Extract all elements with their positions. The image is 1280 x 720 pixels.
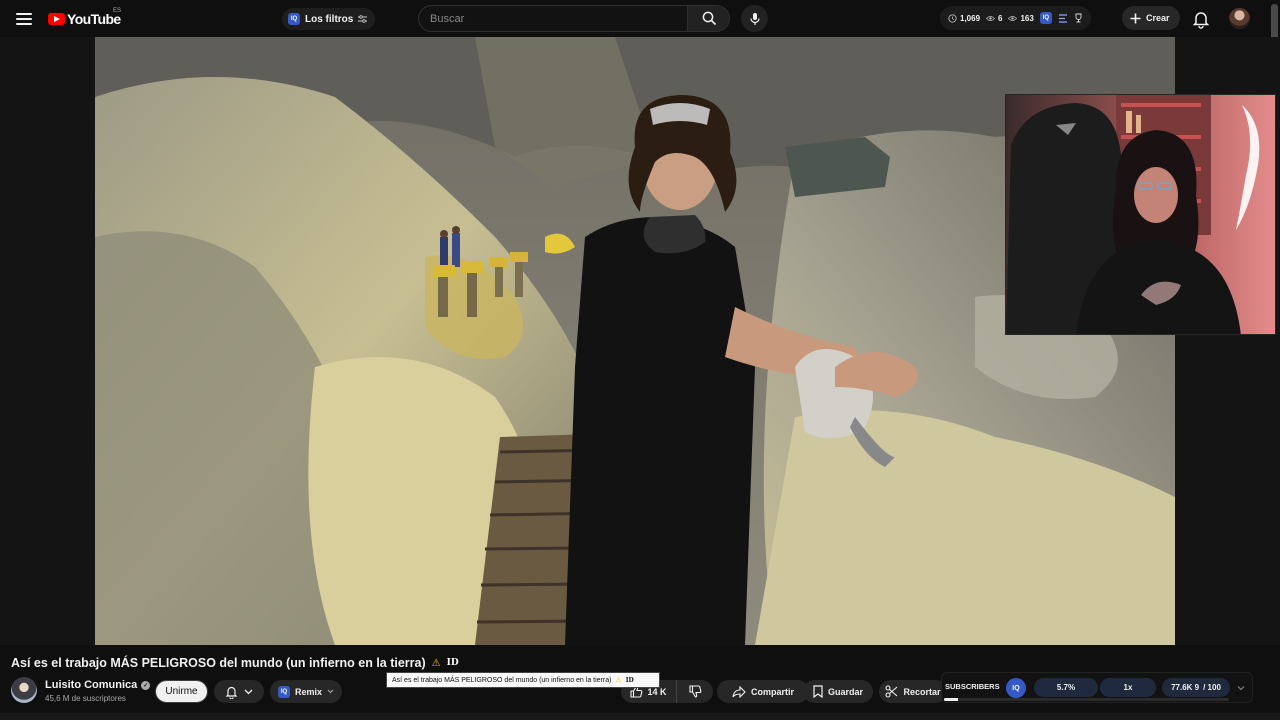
create-button[interactable]: Crear	[1122, 6, 1180, 30]
iq-extension-icon: IQ	[288, 13, 300, 25]
youtube-watch-page: YouTube ES IQ Los filtros 1,069 6	[0, 0, 1280, 720]
iq-progress-fill	[944, 698, 959, 701]
chevron-down-icon	[244, 689, 253, 694]
masthead: YouTube ES IQ Los filtros 1,069 6	[0, 0, 1280, 44]
thumbs-down-icon	[688, 685, 701, 698]
video-title: Así es el trabajo MÁS PELIGROSO del mund…	[11, 656, 426, 670]
warning-icon: ⚠	[615, 677, 622, 684]
channel-name-row[interactable]: Luisito Comunica ✓	[45, 679, 151, 691]
join-button[interactable]: Unirme	[155, 680, 208, 703]
subscribers-label: SUBSCRIBERS	[945, 682, 1000, 691]
youtube-play-icon	[48, 13, 65, 25]
iq-extension-panel: SUBSCRIBERS IQ 5.7% 1x 77.6K 9 / 100	[941, 672, 1253, 703]
tooltip-text: Así es el trabajo MÁS PELIGROSO del mund…	[392, 676, 612, 684]
search-input[interactable]	[419, 6, 687, 31]
create-label: Crear	[1146, 13, 1170, 23]
subscriber-count: 45,6 M de suscriptores	[45, 694, 126, 703]
share-label: Compartir	[750, 686, 794, 697]
video-title-row: Así es el trabajo MÁS PELIGROSO del mund…	[11, 655, 459, 671]
stat-views: 6	[986, 14, 1002, 23]
horizontal-scrollbar[interactable]	[0, 713, 1280, 720]
sliders-icon	[358, 15, 368, 23]
tooltip-id-badge: ID	[625, 676, 634, 684]
save-label: Guardar	[827, 686, 863, 697]
verified-check-icon: ✓	[141, 680, 151, 690]
save-button[interactable]: Guardar	[803, 680, 873, 703]
bell-icon	[1192, 12, 1210, 29]
webcam-image	[1006, 95, 1275, 334]
menu-icon[interactable]	[12, 8, 36, 30]
microphone-icon	[749, 12, 760, 25]
search-icon	[702, 11, 717, 26]
clip-button[interactable]: Recortar	[879, 680, 947, 703]
video-player[interactable]	[0, 37, 1280, 645]
percent-chip[interactable]: 5.7%	[1034, 678, 1098, 697]
like-count: 14 K	[647, 686, 667, 697]
filters-label: Los filtros	[305, 13, 354, 25]
bell-icon	[225, 686, 238, 699]
chevron-down-icon	[327, 689, 334, 694]
youtube-logo[interactable]: YouTube	[48, 9, 121, 29]
chevron-down-icon[interactable]	[1236, 683, 1246, 693]
warning-icon: ⚠	[431, 657, 441, 669]
iq-icon: IQ	[277, 685, 290, 698]
scissors-icon	[885, 685, 898, 698]
streamer-webcam-overlay	[1005, 94, 1276, 335]
bookmark-icon	[813, 685, 823, 698]
stat-watchers: 163	[1008, 13, 1034, 23]
logo-country-code: ES	[113, 8, 122, 14]
iq-logo-icon[interactable]: IQ	[1006, 678, 1026, 698]
remix-button[interactable]: IQ Remix	[270, 680, 342, 703]
search-button[interactable]	[687, 6, 729, 31]
voice-search-button[interactable]	[741, 5, 768, 32]
clip-label: Recortar	[903, 686, 941, 697]
iq-icon[interactable]: IQ	[1039, 12, 1052, 24]
eye-icon	[1008, 15, 1018, 21]
stat-views-value: 6	[998, 13, 1003, 23]
extension-stats-bar[interactable]: 1,069 6 163 IQ	[940, 6, 1091, 30]
channel-name[interactable]: Luisito Comunica	[45, 679, 137, 691]
iq-progress-bar	[944, 698, 1229, 701]
notifications-button[interactable]	[1191, 9, 1211, 29]
share-icon	[732, 685, 746, 698]
subscription-notifications-button[interactable]	[214, 680, 264, 703]
plus-icon	[1130, 13, 1141, 23]
score-value: 77.6K 9	[1171, 683, 1200, 692]
title-tooltip: Así es el trabajo MÁS PELIGROSO del mund…	[386, 672, 660, 688]
filters-button[interactable]: IQ Los filtros	[282, 8, 376, 30]
dislike-button[interactable]	[677, 680, 713, 703]
stat-time-value: 1,069	[960, 13, 981, 23]
share-button[interactable]: Compartir	[717, 680, 809, 703]
stat-watchers-value: 163	[1020, 13, 1034, 23]
eye-icon	[986, 15, 996, 21]
trophy-icon[interactable]	[1074, 13, 1083, 23]
stat-time: 1,069	[948, 14, 980, 23]
account-avatar[interactable]	[1229, 8, 1250, 29]
score-chip[interactable]: 77.6K 9 / 100	[1162, 678, 1230, 697]
speed-chip[interactable]: 1x	[1100, 678, 1156, 697]
channel-avatar[interactable]	[11, 677, 37, 703]
score-max: / 100	[1203, 683, 1221, 692]
lines-icon[interactable]	[1058, 13, 1068, 23]
search-box	[418, 5, 730, 32]
title-id-badge: ID	[446, 658, 459, 668]
remix-label: Remix	[294, 686, 322, 697]
clock-icon	[948, 13, 957, 23]
